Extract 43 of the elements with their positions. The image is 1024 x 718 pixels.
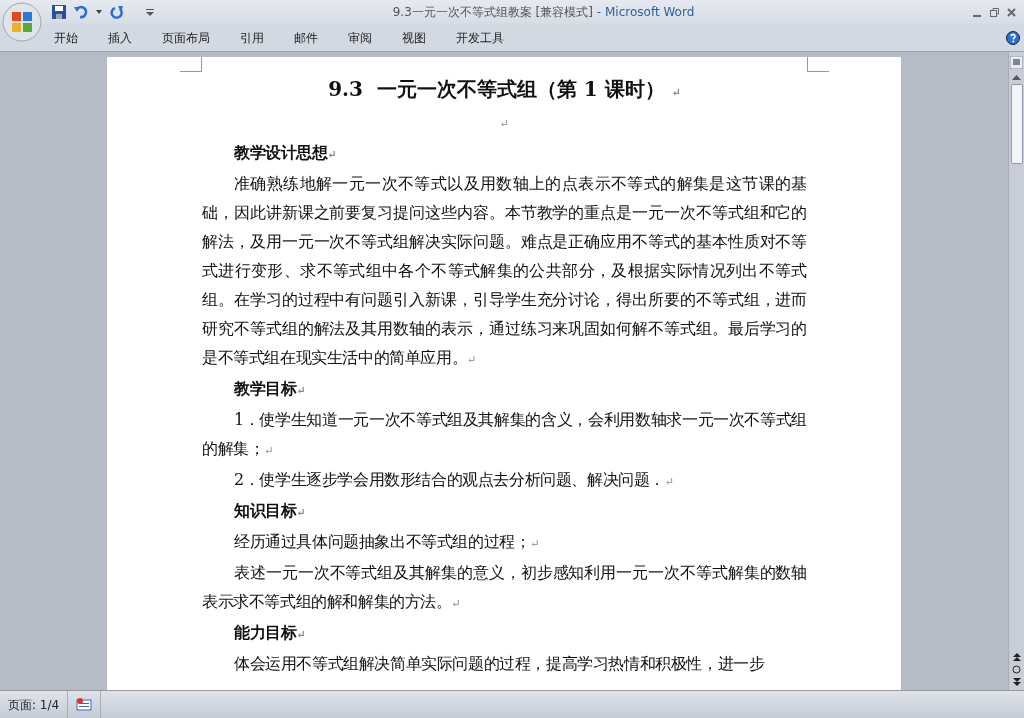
paragraph-text: 准确熟练地解一元一次不等式以及用数轴上的点表示不等式的解集是这节课的基础，因此讲新课之前要复习提问这些内容。本节教学的重点是一元一次不等式组和它的解法，及用一元一次不等式组解决实际问题。难点是正确应用不等式的基本性质对不等式进行变形、求不等式组中各个不等式解集的公共部分，及根据实际情况列出不等式组。在学习的过程中有问题引入新课，引导学生充分讨论，得出所要的不等式组，进而研究不等式组的解法及其用数轴的表示，通过练习来巩固如何解不等式组。最后学习的是不等式组在现实生活中的简单应用。↵	[202, 174, 807, 367]
ruler-toggle-icon[interactable]	[1010, 56, 1023, 69]
paragraph-mark: ↵	[671, 86, 681, 99]
section-heading: 教学设计思想↵	[234, 143, 337, 162]
ribbon-tab[interactable]: 视图	[392, 28, 436, 47]
scroll-thumb[interactable]	[1010, 84, 1023, 164]
paragraph-text: 1．使学生知道一元一次不等式组及其解集的含义，会利用数轴求一元一次不等式组的解集；↵	[202, 410, 807, 458]
vertical-scrollbar[interactable]	[1008, 52, 1024, 690]
scroll-up-icon[interactable]	[1012, 75, 1021, 80]
next-page-icon[interactable]	[1012, 678, 1021, 686]
section-heading: 知识目标↵	[234, 501, 306, 520]
macro-record-icon[interactable]	[76, 698, 93, 711]
ribbon-tab[interactable]: 邮件	[284, 28, 328, 47]
save-icon[interactable]	[52, 5, 66, 19]
restore-icon[interactable]	[990, 7, 999, 17]
redo-icon[interactable]	[110, 5, 124, 19]
prev-page-icon[interactable]	[1012, 653, 1021, 661]
ribbon-tab[interactable]: 页面布局	[152, 28, 220, 47]
section-heading: 能力目标↵	[234, 623, 306, 642]
section-heading: 教学目标↵	[234, 379, 306, 398]
ribbon-tab[interactable]: 开发工具	[446, 28, 514, 47]
ribbon-tab[interactable]: 引用	[230, 28, 274, 47]
customize-caret-icon[interactable]	[146, 8, 154, 16]
app-name: Microsoft Word	[605, 5, 695, 19]
page-count[interactable]: 页面: 1/4	[8, 695, 60, 714]
dropdown-caret-icon[interactable]	[96, 10, 102, 14]
paragraph-mark: ↵	[500, 117, 509, 130]
title-separator: -	[596, 5, 602, 19]
paragraph-text: 2．使学生逐步学会用数形结合的观点去分析问题、解决问题．↵	[234, 470, 674, 489]
document-title: 9.3 一元一次不等式组（第 1 课时）	[328, 77, 666, 101]
ribbon-tab[interactable]: 插入	[98, 28, 142, 47]
paragraph-text: 体会运用不等式组解决简单实际问题的过程，提高学习热情和积极性，进一步	[234, 654, 765, 673]
paragraph-text: 表述一元一次不等式组及其解集的意义，初步感知利用一元一次不等式解集的数轴表示求不等式组的解和解集的方法。↵	[202, 563, 807, 611]
crop-mark	[807, 57, 829, 72]
close-icon[interactable]	[1007, 7, 1016, 17]
crop-mark	[180, 57, 202, 72]
window-title: 9.3一元一次不等式组教案 [兼容模式]	[392, 5, 593, 19]
undo-icon[interactable]	[74, 5, 88, 19]
paragraph-text: 经历通过具体问题抽象出不等式组的过程；↵	[234, 532, 540, 551]
browse-object-icon[interactable]	[1012, 665, 1021, 674]
ribbon-tab[interactable]: 开始	[44, 28, 88, 47]
ribbon-tab[interactable]: 审阅	[338, 28, 382, 47]
help-icon[interactable]	[1006, 30, 1020, 45]
